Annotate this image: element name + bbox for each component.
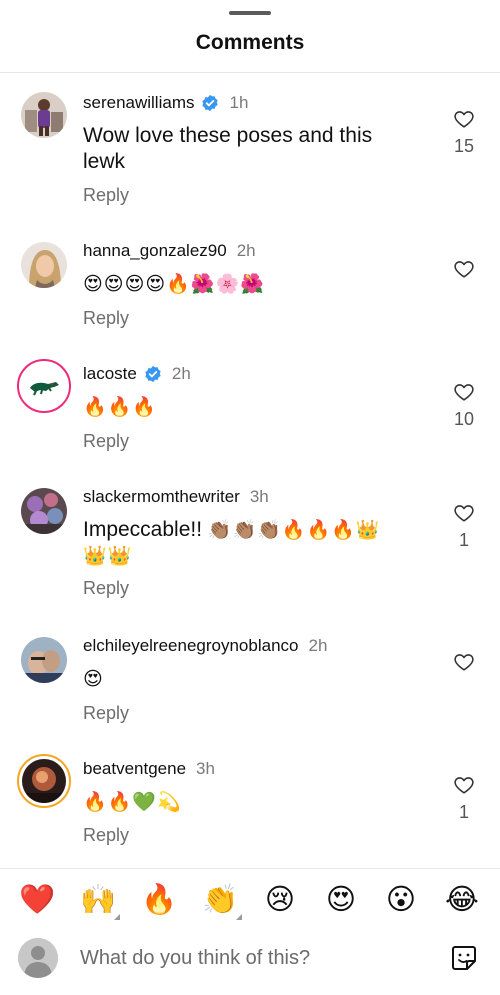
my-avatar bbox=[18, 938, 58, 978]
heart-outline-icon bbox=[454, 654, 474, 671]
like-button[interactable] bbox=[450, 258, 478, 280]
reaction-crying[interactable]: 😢 bbox=[260, 878, 300, 922]
avatar-image bbox=[21, 242, 67, 288]
person-icon bbox=[18, 938, 58, 978]
comment-input[interactable] bbox=[80, 945, 420, 971]
username[interactable]: beatventgene bbox=[83, 759, 186, 779]
comment-time: 2h bbox=[308, 636, 328, 655]
comment-time: 3h bbox=[249, 487, 269, 506]
heart-outline-icon bbox=[454, 777, 474, 794]
heart-outline-icon bbox=[454, 261, 474, 278]
like-count: 15 bbox=[453, 136, 475, 156]
username[interactable]: elchileyelreenegroynoblanco bbox=[83, 636, 298, 656]
sticker-icon[interactable] bbox=[450, 944, 478, 972]
comment-header: serenawilliams 1h bbox=[83, 92, 248, 114]
crocodile-logo-icon bbox=[22, 364, 66, 408]
heart-outline-icon bbox=[454, 505, 474, 522]
avatar[interactable] bbox=[21, 488, 67, 534]
avatar-story-ring[interactable] bbox=[17, 754, 71, 808]
avatar[interactable] bbox=[21, 242, 67, 288]
like-count: 1 bbox=[458, 530, 469, 550]
avatar-image bbox=[21, 637, 67, 683]
comment-header: slackermomthewriter 3h bbox=[83, 486, 269, 508]
like-button[interactable] bbox=[450, 651, 478, 673]
like-button[interactable]: 15 bbox=[450, 108, 478, 157]
reply-button[interactable]: Reply bbox=[83, 308, 129, 329]
comment-header: beatventgene 3h bbox=[83, 758, 215, 780]
comments-sheet: Comments serenawilliams 1h Wow love thes… bbox=[0, 0, 500, 995]
comment-header: elchileyelreenegroynoblanco 2h bbox=[83, 635, 327, 657]
like-count: 10 bbox=[453, 409, 475, 429]
comment-time: 2h bbox=[236, 241, 256, 260]
comment-emojis: 🔥🔥💚💫 bbox=[83, 792, 182, 813]
comment-emojis: 😍😍😍😍🔥🌺🌸🌺 bbox=[83, 274, 265, 295]
reaction-heart[interactable]: ❤️ bbox=[17, 878, 57, 922]
avatar[interactable] bbox=[21, 637, 67, 683]
username[interactable]: hanna_gonzalez90 bbox=[83, 241, 227, 261]
avatar bbox=[22, 364, 66, 408]
verified-badge-icon bbox=[145, 365, 161, 383]
like-button[interactable]: 1 bbox=[450, 774, 478, 823]
reaction-surprised[interactable]: 😮 bbox=[381, 878, 421, 922]
skin-tone-indicator bbox=[114, 914, 120, 920]
skin-tone-indicator bbox=[236, 914, 242, 920]
reaction-heart-eyes[interactable]: 😍 bbox=[321, 878, 361, 922]
reactions-divider bbox=[0, 868, 500, 869]
heart-outline-icon bbox=[454, 384, 474, 401]
reply-button[interactable]: Reply bbox=[83, 185, 129, 206]
avatar-image bbox=[21, 92, 67, 138]
clap-emoji: 👏 bbox=[201, 884, 239, 916]
comment-emojis-line2: 👑👑 bbox=[83, 546, 133, 567]
comment-text-row: Impeccable!! 👏🏽👏🏽👏🏽🔥🔥🔥👑 bbox=[83, 517, 381, 544]
comment-header: lacoste 2h bbox=[83, 363, 191, 385]
page-title: Comments bbox=[195, 31, 305, 54]
comment-text: Impeccable!! bbox=[83, 518, 203, 541]
comment-text: Wow love these poses and this lewk bbox=[83, 124, 373, 173]
comment-composer bbox=[0, 934, 500, 984]
like-button[interactable]: 10 bbox=[450, 381, 478, 430]
avatar-image bbox=[21, 488, 67, 534]
comment-header: hanna_gonzalez90 2h bbox=[83, 240, 256, 262]
reaction-fire[interactable]: 🔥 bbox=[139, 878, 179, 922]
reaction-raised-hands[interactable]: 🙌 bbox=[78, 878, 120, 922]
username[interactable]: slackermomthewriter bbox=[83, 487, 240, 507]
comment-emojis: 😍 bbox=[83, 669, 104, 690]
drag-handle[interactable] bbox=[229, 11, 271, 15]
avatar-image bbox=[22, 759, 66, 803]
verified-badge-icon bbox=[202, 94, 219, 112]
reaction-clap[interactable]: 👏 bbox=[200, 878, 242, 922]
reaction-laughing[interactable]: 😂 bbox=[442, 878, 482, 922]
reply-button[interactable]: Reply bbox=[83, 703, 129, 724]
reply-button[interactable]: Reply bbox=[83, 578, 129, 599]
username[interactable]: serenawilliams bbox=[83, 93, 194, 113]
comment-emojis: 👏🏽👏🏽👏🏽🔥🔥🔥👑 bbox=[207, 520, 381, 541]
comment-time: 3h bbox=[196, 759, 215, 778]
avatar bbox=[22, 759, 66, 803]
username[interactable]: lacoste bbox=[83, 364, 137, 384]
header-divider bbox=[0, 72, 500, 73]
quick-reactions-bar: ❤️ 🙌 🔥 👏 😢 😍 😮 😂 bbox=[0, 878, 500, 926]
comment-time: 2h bbox=[171, 364, 191, 383]
reply-button[interactable]: Reply bbox=[83, 431, 129, 452]
like-button[interactable]: 1 bbox=[450, 502, 478, 551]
comment-emojis: 🔥🔥🔥 bbox=[83, 397, 157, 418]
avatar-story-ring[interactable] bbox=[17, 359, 71, 413]
like-count: 1 bbox=[458, 802, 469, 822]
reply-button[interactable]: Reply bbox=[83, 825, 129, 846]
comment-time: 1h bbox=[229, 93, 249, 112]
avatar[interactable] bbox=[21, 92, 67, 138]
raised-hands-emoji: 🙌 bbox=[79, 884, 117, 916]
heart-outline-icon bbox=[454, 111, 474, 128]
